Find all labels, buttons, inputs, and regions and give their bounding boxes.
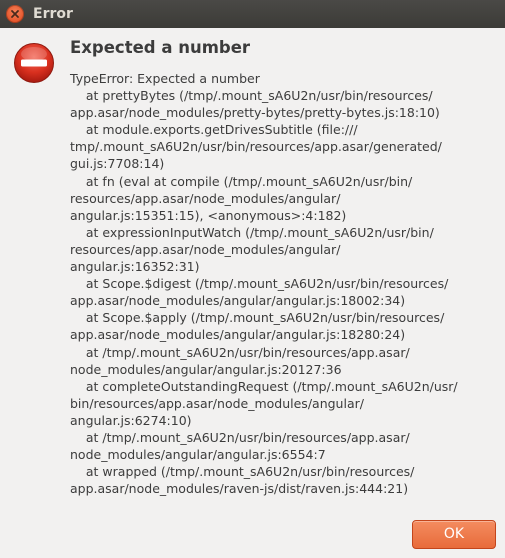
error-message-line: gui.js:7708:14) bbox=[70, 156, 165, 172]
error-message-line: at module.exports.getDrivesSubtitle (fil… bbox=[70, 122, 358, 138]
error-dialog-window: Error Expected a number TypeError: Expec… bbox=[0, 0, 505, 558]
error-message-line: angular.js:6274:10) bbox=[70, 412, 192, 428]
error-message-line: at completeOutstandingRequest (/tmp/.mou… bbox=[70, 378, 458, 394]
error-message-line: tmp/.mount_sA6U2n/usr/bin/resources/app.… bbox=[70, 139, 442, 155]
error-message-line: resources/app.asar/node_modules/angular/ bbox=[70, 241, 341, 257]
error-heading: Expected a number bbox=[70, 38, 251, 57]
error-message-line: app.asar/node_modules/angular/angular.js… bbox=[70, 293, 406, 309]
error-message-line: bin/resources/app.asar/node_modules/angu… bbox=[70, 395, 364, 411]
close-window-button[interactable] bbox=[6, 5, 24, 23]
error-message-line: node_modules/angular/angular.js:20127:36 bbox=[70, 361, 342, 377]
error-message-line: at Scope.$apply (/tmp/.mount_sA6U2n/usr/… bbox=[70, 310, 445, 326]
error-message-line: angular.js:15351:15), <anonymous>:4:182) bbox=[70, 207, 347, 223]
dialog-content: Expected a number TypeError: Expected a … bbox=[70, 37, 498, 497]
error-message-line: TypeError: Expected a number bbox=[70, 71, 260, 86]
error-message-line: at /tmp/.mount_sA6U2n/usr/bin/resources/… bbox=[70, 344, 410, 360]
error-message-line: node_modules/angular/angular.js:6554:7 bbox=[70, 447, 326, 463]
error-message-line: at /tmp/.mount_sA6U2n/usr/bin/resources/… bbox=[70, 429, 410, 445]
error-message-line: app.asar/node_modules/pretty-bytes/prett… bbox=[70, 105, 440, 121]
error-message-line: resources/app.asar/node_modules/angular/ bbox=[70, 190, 341, 206]
title-bar[interactable]: Error bbox=[0, 0, 505, 28]
error-message-line: at Scope.$digest (/tmp/.mount_sA6U2n/usr… bbox=[70, 276, 449, 292]
error-message-line: at wrapped (/tmp/.mount_sA6U2n/usr/bin/r… bbox=[70, 464, 415, 480]
error-message-line: at fn (eval at compile (/tmp/.mount_sA6U… bbox=[70, 173, 413, 189]
error-message-line: app.asar/node_modules/angular/angular.js… bbox=[70, 327, 406, 343]
error-message-line: app.asar/node_modules/raven-js/dist/rave… bbox=[70, 481, 409, 497]
error-message: TypeError: Expected a number at prettyBy… bbox=[70, 70, 498, 497]
ok-button[interactable]: OK bbox=[412, 520, 496, 549]
error-message-line: at expressionInputWatch (/tmp/.mount_sA6… bbox=[70, 224, 434, 240]
error-icon bbox=[14, 43, 54, 83]
window-title: Error bbox=[33, 6, 73, 22]
error-message-line: angular.js:16352:31) bbox=[70, 259, 200, 275]
error-message-line: at prettyBytes (/tmp/.mount_sA6U2n/usr/b… bbox=[70, 88, 433, 104]
close-icon bbox=[11, 10, 19, 18]
